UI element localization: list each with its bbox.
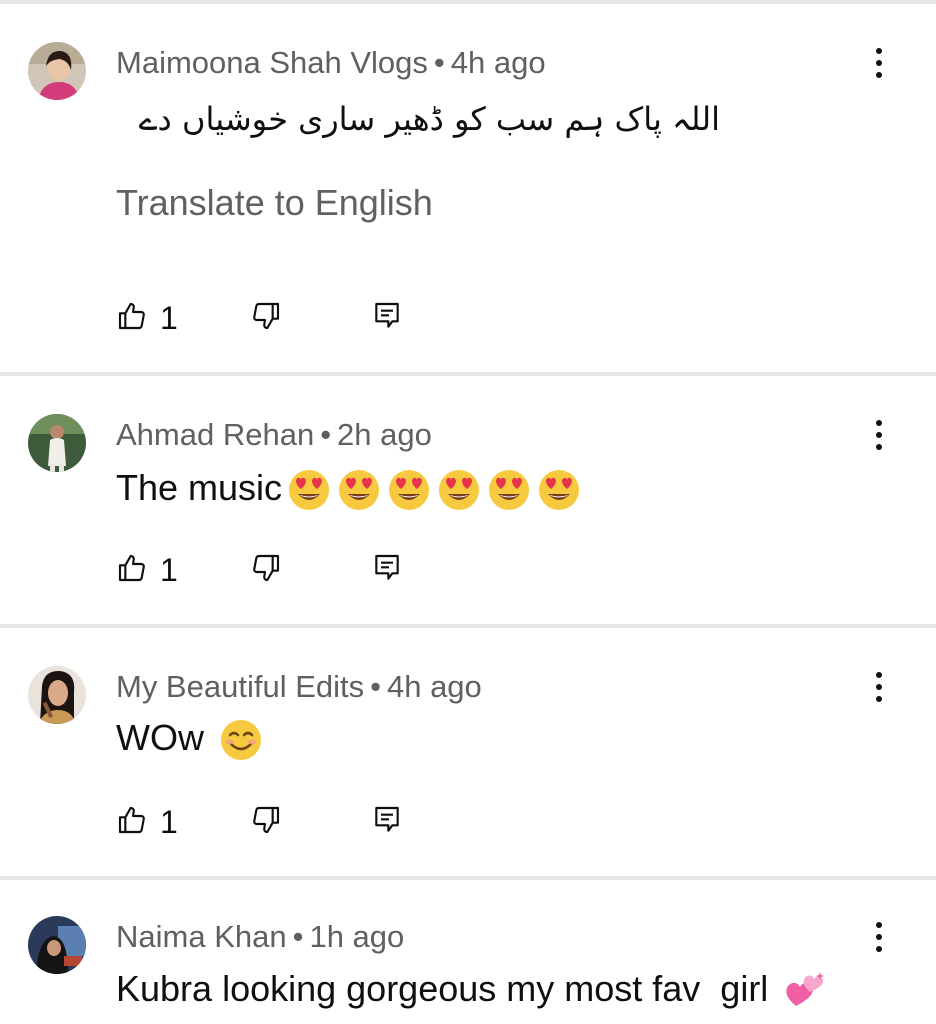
more-vertical-icon[interactable]	[864, 415, 894, 455]
dislike-button[interactable]	[250, 298, 282, 338]
avatar[interactable]	[28, 916, 86, 974]
thumbs-up-icon	[116, 300, 148, 337]
comment-item: Ahmad Rehan • 2h ago The music 1	[0, 376, 936, 624]
thumbs-up-icon	[116, 552, 148, 589]
comment-actions: 1	[116, 298, 436, 338]
reply-button[interactable]	[372, 298, 402, 338]
reply-icon	[372, 300, 402, 337]
like-button[interactable]: 1	[116, 298, 178, 338]
like-button[interactable]: 1	[116, 550, 178, 590]
thumbs-down-icon	[250, 552, 282, 589]
comment-text-row: WOw	[116, 715, 264, 763]
translate-link[interactable]: Translate to English	[116, 180, 433, 226]
dislike-button[interactable]	[250, 550, 282, 590]
like-count: 1	[160, 551, 178, 588]
heart-eyes-emoji	[386, 467, 432, 513]
like-count: 1	[160, 299, 178, 336]
like-count: 1	[160, 803, 178, 840]
author-name[interactable]: Ahmad Rehan	[116, 417, 314, 452]
reply-icon	[372, 804, 402, 841]
comment-item: My Beautiful Edits • 4h ago WOw 1	[0, 628, 936, 876]
comment-meta: Ahmad Rehan • 2h ago	[116, 415, 432, 455]
comment-actions: 1	[116, 802, 436, 842]
heart-eyes-emoji	[536, 467, 582, 513]
comment-actions: 1	[116, 550, 436, 590]
dislike-button[interactable]	[250, 802, 282, 842]
comment-text: WOw	[116, 717, 204, 758]
comment-meta: Maimoona Shah Vlogs • 4h ago	[116, 43, 546, 83]
comment-text-row: Kubra looking gorgeous my most fav girl	[116, 966, 828, 1014]
heart-eyes-emoji	[286, 467, 332, 513]
two-hearts-emoji	[782, 968, 828, 1014]
more-vertical-icon[interactable]	[864, 43, 894, 83]
separator-dot: •	[320, 417, 332, 452]
smiling-face-emoji	[218, 717, 264, 763]
more-vertical-icon[interactable]	[864, 667, 894, 707]
comment-text: The music	[116, 467, 283, 508]
comment-meta: My Beautiful Edits • 4h ago	[116, 667, 482, 707]
comment-meta: Naima Khan • 1h ago	[116, 917, 404, 957]
heart-eyes-emoji	[436, 467, 482, 513]
author-name[interactable]: Naima Khan	[116, 919, 287, 954]
comment-text-row: The music	[116, 465, 582, 513]
comment-text: Kubra looking gorgeous my most fav girl	[116, 968, 769, 1009]
comment-item: Naima Khan • 1h ago Kubra looking gorgeous…	[0, 880, 936, 1024]
comment-time[interactable]: 4h ago	[451, 45, 546, 80]
author-name[interactable]: My Beautiful Edits	[116, 669, 364, 704]
like-button[interactable]: 1	[116, 802, 178, 842]
thumbs-down-icon	[250, 804, 282, 841]
heart-eyes-emoji	[486, 467, 532, 513]
separator-dot: •	[370, 669, 381, 704]
thumbs-down-icon	[250, 300, 282, 337]
separator-dot: •	[433, 45, 445, 80]
heart-eyes-emoji	[336, 467, 382, 513]
comment-text: اللہ پاک ہم سب کو ڈھیر ساری خوشیاں دے	[138, 100, 720, 138]
avatar[interactable]	[28, 666, 86, 724]
more-vertical-icon[interactable]	[864, 917, 894, 957]
comment-item: Maimoona Shah Vlogs • 4h ago اللہ پاک ہم س…	[0, 0, 936, 372]
avatar[interactable]	[28, 414, 86, 472]
separator-dot: •	[292, 919, 304, 954]
author-name[interactable]: Maimoona Shah Vlogs	[116, 45, 428, 80]
reply-button[interactable]	[372, 550, 402, 590]
avatar[interactable]	[28, 42, 86, 100]
reply-button[interactable]	[372, 802, 402, 842]
comment-time[interactable]: 4h ago	[387, 669, 482, 704]
comment-time[interactable]: 1h ago	[309, 919, 404, 954]
reply-icon	[372, 552, 402, 589]
emoji-row	[282, 467, 582, 511]
thumbs-up-icon	[116, 804, 148, 841]
comment-time[interactable]: 2h ago	[337, 417, 432, 452]
